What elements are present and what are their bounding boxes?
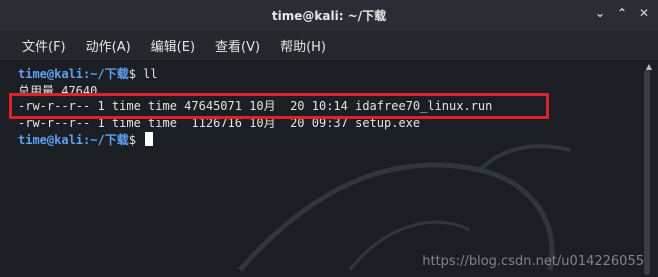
- watermark-url: https://blog.csdn.net/u014226055: [422, 254, 644, 269]
- menu-action[interactable]: 动作(A): [86, 36, 131, 55]
- prompt-line-2: time@kali:~/下载$: [18, 132, 154, 149]
- menu-view[interactable]: 查看(V): [215, 36, 260, 55]
- prompt-suffix: $: [128, 67, 144, 81]
- menu-help[interactable]: 帮助(H): [280, 36, 326, 55]
- scrollbar[interactable]: [644, 70, 650, 275]
- window-controls: ⌄ ⌃ ✕: [592, 5, 652, 21]
- prompt-line-1: time@kali:~/下载$ ll: [18, 66, 158, 83]
- window-title: time@kali: ~/下载: [271, 8, 387, 23]
- prompt-path-2: :~/下载: [83, 133, 129, 147]
- title-bar[interactable]: time@kali: ~/下载 ⌄ ⌃ ✕: [0, 0, 658, 30]
- menu-bar: 文件(F) 动作(A) 编辑(E) 查看(V) 帮助(H): [0, 30, 658, 60]
- close-icon[interactable]: ✕: [636, 5, 652, 21]
- command-text: ll: [143, 67, 158, 81]
- text-cursor: [145, 132, 154, 146]
- prompt-suffix-2: $: [128, 133, 144, 147]
- menu-file[interactable]: 文件(F): [22, 36, 66, 55]
- highlight-box: [9, 93, 549, 119]
- maximize-icon[interactable]: ⌃: [614, 5, 630, 21]
- prompt-user: time@kali: [18, 67, 84, 81]
- prompt-path: :~/下载: [83, 67, 129, 81]
- minimize-icon[interactable]: ⌄: [592, 5, 608, 21]
- menu-edit[interactable]: 编辑(E): [151, 36, 195, 55]
- prompt-user-2: time@kali: [18, 133, 84, 147]
- terminal-output[interactable]: time@kali:~/下载$ ll 总用量 47640 -rw-r--r-- …: [0, 60, 658, 277]
- terminal-window: time@kali: ~/下载 ⌄ ⌃ ✕ 文件(F) 动作(A) 编辑(E) …: [0, 0, 658, 277]
